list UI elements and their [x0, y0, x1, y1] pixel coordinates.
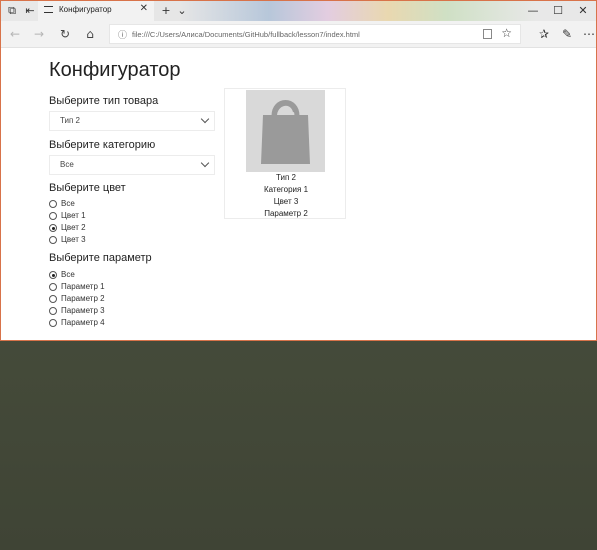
param-label: Выберите параметр	[49, 252, 152, 264]
product-category: Категория 1	[263, 185, 309, 194]
product-image	[246, 90, 325, 172]
back-icon[interactable]: ←	[5, 25, 25, 43]
type-label: Выберите тип товара	[49, 95, 159, 107]
tab-manager-icon[interactable]: ⧉	[3, 1, 21, 21]
address-url[interactable]: file:///C:/Users/Алиса/Documents/GitHub/…	[132, 30, 452, 39]
radio-button-checked[interactable]	[49, 271, 57, 279]
window-close-icon[interactable]: ✕	[571, 1, 595, 21]
tab-preview-icon[interactable]: ⇤	[21, 1, 39, 21]
category-select[interactable]: Все	[49, 155, 215, 175]
chevron-down-icon	[200, 114, 210, 124]
param-option-label: Все	[61, 270, 75, 279]
radio-button[interactable]	[49, 295, 57, 303]
tab-konfigurator[interactable]: Конфигуратор ✕	[38, 1, 154, 21]
tab-bar: ⧉ ⇤ Конфигуратор ✕ + ⌄ — ☐ ✕	[1, 1, 596, 21]
page-icon	[44, 6, 53, 13]
favorites-hub-icon[interactable]: ✰	[534, 25, 554, 43]
color-label: Выберите цвет	[49, 182, 126, 194]
forward-icon[interactable]: →	[29, 25, 49, 43]
minimize-icon[interactable]: —	[521, 1, 545, 21]
product-card: Тип 2 Категория 1 Цвет 3 Параметр 2	[224, 88, 346, 219]
product-color: Цвет 3	[273, 197, 299, 206]
category-label: Выберите категорию	[49, 139, 156, 151]
color-option-label: Цвет 1	[61, 211, 86, 220]
radio-button[interactable]	[49, 236, 57, 244]
shopping-bag-icon	[261, 100, 310, 164]
radio-button-checked[interactable]	[49, 224, 57, 232]
product-param: Параметр 2	[264, 209, 308, 218]
category-select-value: Все	[60, 160, 74, 169]
home-icon[interactable]: ⌂	[80, 25, 100, 43]
tab-title: Конфигуратор	[59, 5, 112, 14]
color-option-label: Цвет 2	[61, 223, 86, 232]
param-option-label: Параметр 4	[61, 318, 105, 327]
page-content: Конфигуратор Выберите тип товара Тип 2 В…	[1, 49, 596, 340]
web-note-icon[interactable]: ✎	[557, 25, 577, 43]
radio-button[interactable]	[49, 212, 57, 220]
refresh-icon[interactable]: ↻	[55, 25, 75, 43]
reading-view-icon[interactable]	[483, 29, 492, 39]
radio-button[interactable]	[49, 307, 57, 315]
radio-button[interactable]	[49, 319, 57, 327]
more-icon[interactable]: ⋯	[579, 25, 596, 43]
radio-button[interactable]	[49, 283, 57, 291]
address-bar[interactable]: ⓘ file:///C:/Users/Алиса/Documents/GitHu…	[109, 24, 521, 44]
close-tab-icon[interactable]: ✕	[140, 3, 148, 14]
type-select-value: Тип 2	[60, 116, 81, 125]
browser-window: ⧉ ⇤ Конфигуратор ✕ + ⌄ — ☐ ✕ ← → ↻ ⌂ ⓘ f…	[0, 0, 597, 341]
maximize-icon[interactable]: ☐	[546, 1, 570, 21]
product-type: Тип 2	[275, 173, 296, 182]
param-option-label: Параметр 1	[61, 282, 105, 291]
navigation-bar: ← → ↻ ⌂ ⓘ file:///C:/Users/Алиса/Documen…	[1, 21, 596, 48]
color-option-label: Все	[61, 199, 75, 208]
favorite-star-icon[interactable]: ☆	[501, 26, 512, 40]
type-select[interactable]: Тип 2	[49, 111, 215, 131]
param-option-label: Параметр 3	[61, 306, 105, 315]
info-icon[interactable]: ⓘ	[118, 28, 127, 41]
page-title: Конфигуратор	[49, 59, 181, 81]
param-option-label: Параметр 2	[61, 294, 105, 303]
radio-button[interactable]	[49, 200, 57, 208]
color-option-label: Цвет 3	[61, 235, 86, 244]
chevron-down-icon	[200, 158, 210, 168]
chevron-down-icon[interactable]: ⌄	[173, 1, 191, 21]
